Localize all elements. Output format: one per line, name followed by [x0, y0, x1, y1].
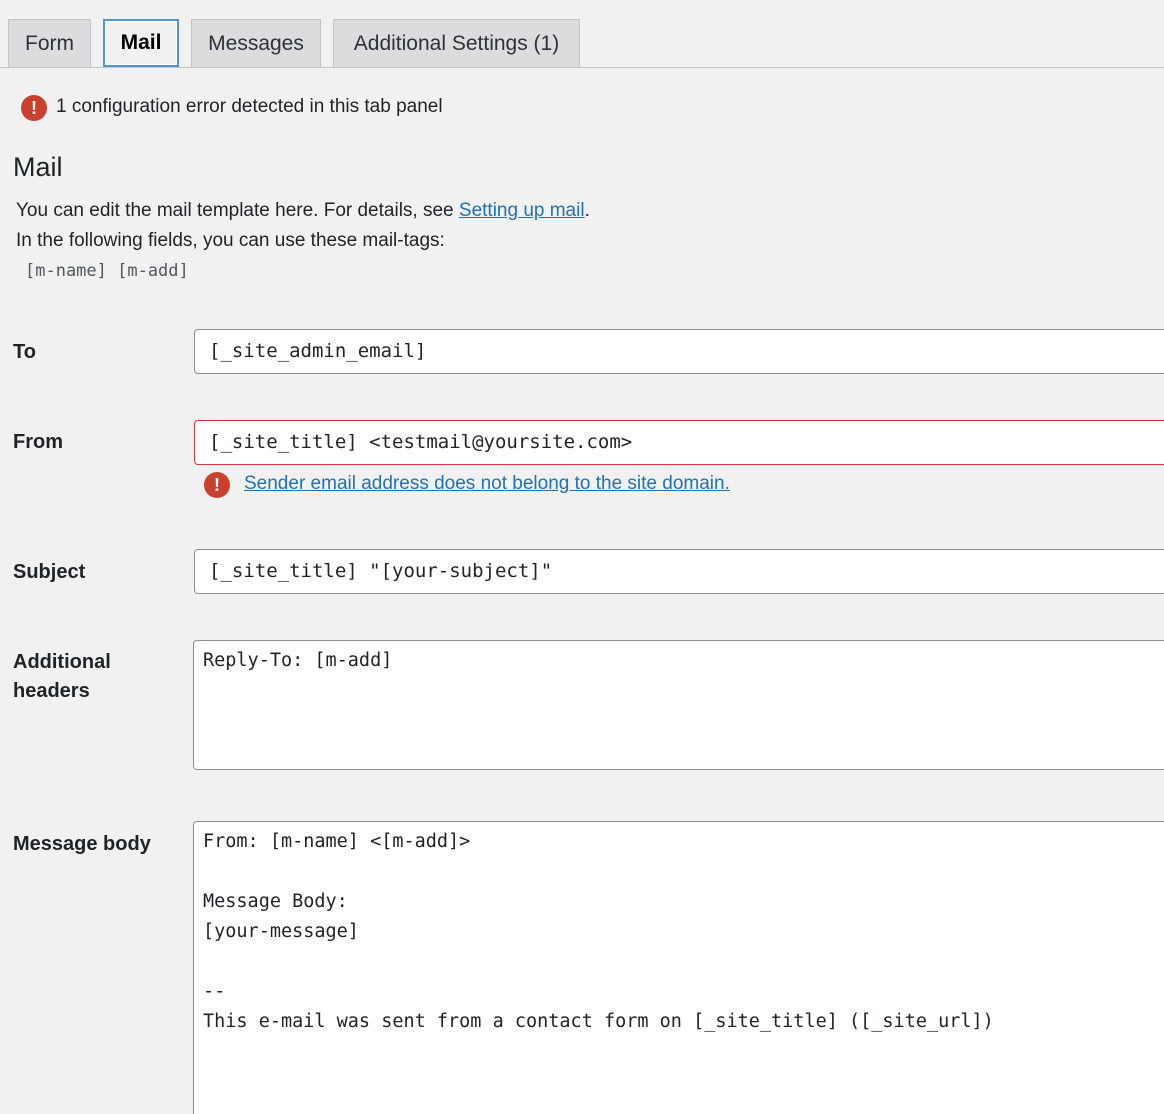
description-punctuation: . — [584, 200, 590, 221]
additional-headers-label-line1: Additional — [13, 651, 111, 673]
subject-input[interactable]: [_site_title] "[your-subject]" — [194, 549, 1164, 594]
mail-tags-description: In the following fields, you can use the… — [16, 230, 445, 251]
section-description: You can edit the mail template here. For… — [16, 198, 590, 224]
description-text: You can edit the mail template here. For… — [16, 200, 459, 221]
additional-headers-textarea[interactable]: Reply-To: [m-add] — [193, 640, 1164, 770]
section-title: Mail — [13, 152, 63, 182]
message-body-textarea[interactable]: From: [m-name] <[m-add]> Message Body: [… — [193, 821, 1164, 1114]
tab-additional-settings[interactable]: Additional Settings (1) — [333, 19, 580, 67]
tab-bar: Form Mail Messages Additional Settings (… — [0, 0, 1164, 68]
message-body-label: Message body — [13, 833, 151, 855]
config-error-message: 1 configuration error detected in this t… — [56, 96, 443, 117]
setting-up-mail-link[interactable]: Setting up mail — [459, 200, 585, 221]
from-label: From — [13, 431, 63, 453]
to-input[interactable]: [_site_admin_email] — [194, 329, 1164, 374]
mail-tags-list: [m-name] [m-add] — [25, 261, 189, 281]
additional-headers-label: Additional headers — [13, 648, 111, 706]
to-label: To — [13, 341, 36, 363]
mail-settings-page: Form Mail Messages Additional Settings (… — [0, 0, 1164, 1114]
sender-error-link[interactable]: Sender email address does not belong to … — [244, 471, 730, 497]
tab-messages[interactable]: Messages — [191, 19, 321, 67]
error-icon: ! — [21, 95, 47, 121]
additional-headers-label-line2: headers — [13, 680, 90, 702]
subject-label: Subject — [13, 561, 86, 583]
from-input[interactable]: [_site_title] <testmail@yoursite.com> — [194, 420, 1164, 465]
field-error-icon: ! — [204, 472, 230, 498]
tab-mail[interactable]: Mail — [103, 19, 179, 67]
tab-form[interactable]: Form — [8, 19, 91, 67]
